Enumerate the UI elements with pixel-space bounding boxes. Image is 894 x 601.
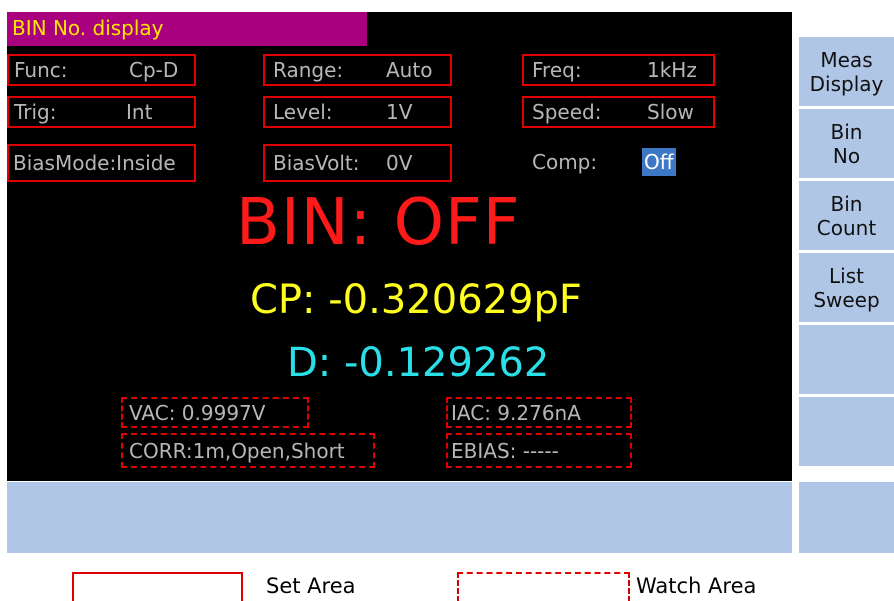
trig-field[interactable]: Trig: Int — [7, 96, 196, 128]
trig-label: Trig: — [14, 100, 57, 124]
corr-text: CORR:1m,Open,Short — [129, 439, 345, 463]
range-value: Auto — [386, 58, 433, 82]
bin-no-line1: Bin — [830, 119, 863, 144]
set-area-legend-box — [72, 572, 243, 601]
bin-count-line1: Bin — [830, 191, 863, 216]
meas-display-line1: Meas — [820, 47, 873, 72]
trig-value: Int — [126, 100, 153, 124]
list-sweep-line1: List — [829, 263, 864, 288]
status-bar-right — [799, 482, 894, 553]
freq-field[interactable]: Freq: 1kHz — [522, 54, 715, 86]
ebias-text: EBIAS: ----- — [451, 439, 559, 463]
biasmode-field[interactable]: BiasMode:Inside — [7, 144, 196, 182]
cp-result: CP: -0.320629pF — [250, 277, 582, 323]
func-field[interactable]: Func: Cp-D — [7, 54, 196, 86]
status-bar — [7, 482, 792, 553]
range-field[interactable]: Range: Auto — [263, 54, 452, 86]
speed-value: Slow — [647, 100, 694, 124]
page-title: BIN No. display — [12, 16, 164, 40]
ebias-monitor: EBIAS: ----- — [446, 433, 632, 468]
biasvolt-field[interactable]: BiasVolt: 0V — [263, 144, 452, 182]
bin-no-button[interactable]: Bin No — [799, 109, 894, 178]
biasvolt-value: 0V — [386, 151, 413, 175]
meas-display-button[interactable]: Meas Display — [799, 37, 894, 106]
bin-result: BIN: OFF — [236, 186, 521, 260]
level-value: 1V — [386, 100, 413, 124]
func-value: Cp-D — [129, 58, 179, 82]
comp-value[interactable]: Off — [642, 148, 676, 176]
corr-monitor: CORR:1m,Open,Short — [121, 433, 375, 468]
soft-key-6-button[interactable] — [799, 397, 894, 466]
comp-label: Comp: — [532, 150, 598, 174]
iac-monitor: IAC: 9.276nA — [446, 397, 632, 428]
instrument-screen: BIN No. display Func: Cp-D Range: Auto F… — [0, 0, 894, 553]
biasvolt-label: BiasVolt: — [273, 151, 360, 175]
range-label: Range: — [273, 58, 344, 82]
freq-value: 1kHz — [647, 58, 697, 82]
speed-label: Speed: — [532, 100, 602, 124]
bin-count-line2: Count — [816, 215, 877, 240]
bin-count-button[interactable]: Bin Count — [799, 181, 894, 250]
watch-area-legend-box — [457, 572, 630, 601]
level-field[interactable]: Level: 1V — [263, 96, 452, 128]
level-label: Level: — [273, 100, 333, 124]
list-sweep-button[interactable]: List Sweep — [799, 253, 894, 322]
iac-text: IAC: 9.276nA — [451, 401, 581, 425]
watch-area-legend-label: Watch Area — [636, 574, 757, 598]
freq-label: Freq: — [532, 58, 582, 82]
soft-key-5-button[interactable] — [799, 325, 894, 394]
comp-field[interactable]: Comp: Off — [522, 146, 715, 178]
bin-no-line2: No — [832, 143, 861, 168]
vac-monitor: VAC: 0.9997V — [121, 397, 309, 428]
vac-text: VAC: 0.9997V — [129, 401, 266, 425]
biasmode-text: BiasMode:Inside — [13, 151, 176, 175]
d-result: D: -0.129262 — [287, 340, 550, 386]
set-area-legend-label: Set Area — [266, 574, 356, 598]
func-label: Func: — [14, 58, 68, 82]
speed-field[interactable]: Speed: Slow — [522, 96, 715, 128]
meas-display-line2: Display — [809, 71, 884, 96]
list-sweep-line2: Sweep — [813, 287, 880, 312]
